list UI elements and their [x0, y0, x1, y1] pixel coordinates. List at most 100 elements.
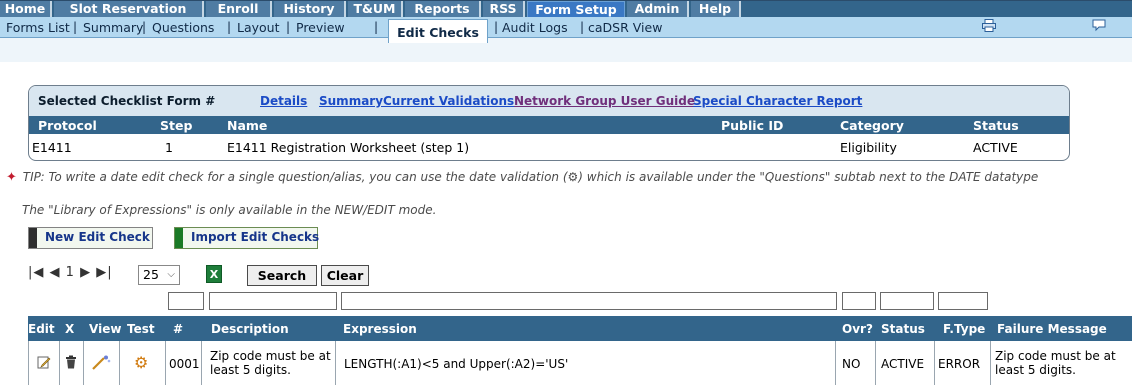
- filter-description-input[interactable]: [209, 292, 337, 310]
- number-cell: 0001: [166, 341, 202, 385]
- col-ovr[interactable]: Ovr?: [842, 322, 873, 336]
- col-step: Step: [160, 118, 193, 133]
- tab-enroll[interactable]: Enroll: [206, 1, 272, 18]
- subnav-separator: |: [227, 20, 232, 34]
- top-navigation: Home Slot Reservation Enroll History T&U…: [0, 0, 1132, 21]
- gear-icon[interactable]: ⚙: [134, 353, 148, 372]
- tip-line-1a: TIP: To write a date edit check for a si…: [22, 170, 568, 184]
- row-number: 0001: [169, 357, 200, 371]
- tab-rss[interactable]: RSS: [483, 1, 525, 18]
- subtab-summary[interactable]: Summary: [83, 20, 143, 35]
- subnav-separator: |: [580, 20, 585, 34]
- subtab-layout[interactable]: Layout: [237, 20, 280, 35]
- page-size-value: 25: [143, 267, 159, 282]
- page-number: 1: [65, 265, 75, 280]
- subtab-edit-checks[interactable]: Edit Checks: [388, 19, 488, 43]
- row-ovr: NO: [842, 357, 861, 371]
- row-failure-message: Zip code must be at least 5 digits.: [995, 349, 1116, 377]
- subnav-separator: |: [73, 20, 78, 34]
- tip-line-2: The "Library of Expressions" is only ava…: [22, 203, 437, 217]
- row-status: ACTIVE: [881, 357, 925, 371]
- excel-export-icon[interactable]: X: [206, 265, 222, 283]
- table-row: ⚙ 0001 Zip code must be at least 5 digit…: [28, 341, 1132, 385]
- col-name: Name: [227, 118, 268, 133]
- subtab-audit-logs[interactable]: Audit Logs: [502, 20, 568, 35]
- tab-tum[interactable]: T&UM: [348, 1, 403, 18]
- special-character-report-link[interactable]: Special Character Report: [693, 94, 862, 108]
- row-description: Zip code must be at least 5 digits.: [210, 349, 331, 377]
- status-value: ACTIVE: [973, 140, 1018, 155]
- subtab-cadsr-view[interactable]: caDSR View: [588, 20, 662, 35]
- subtab-forms-list[interactable]: Forms List: [6, 20, 70, 35]
- chevron-down-icon: ⌵: [167, 269, 175, 280]
- tab-help[interactable]: Help: [691, 1, 741, 18]
- sub-navigation: Forms List | Summary | Questions | Layou…: [0, 17, 1132, 62]
- row-expression: LENGTH(:A1)<5 and Upper(:A2)='US': [344, 357, 569, 371]
- col-public-id: Public ID: [721, 118, 784, 133]
- tab-reports[interactable]: Reports: [405, 1, 481, 18]
- view-cell: [84, 341, 120, 385]
- summary-link[interactable]: Summary: [319, 94, 383, 108]
- edit-check-grid-header: Edit X View Test # Description Expressio…: [28, 316, 1132, 341]
- failure-message-cell: Zip code must be at least 5 digits.: [991, 341, 1132, 385]
- edit-pencil-icon[interactable]: [37, 355, 51, 373]
- subnav-separator: |: [374, 20, 379, 34]
- col-expression[interactable]: Expression: [343, 322, 417, 336]
- filter-status-input[interactable]: [880, 292, 934, 310]
- filter-number-input[interactable]: [168, 292, 204, 310]
- col-failure-message[interactable]: Failure Message: [997, 322, 1107, 336]
- tab-slot-reservation[interactable]: Slot Reservation: [54, 1, 204, 18]
- tab-admin[interactable]: Admin: [627, 1, 689, 18]
- first-page-icon[interactable]: |◀: [28, 265, 44, 280]
- col-delete[interactable]: X: [65, 322, 74, 336]
- filter-expression-input[interactable]: [341, 292, 837, 310]
- description-cell: Zip code must be at least 5 digits.: [202, 341, 336, 385]
- last-page-icon[interactable]: ▶|: [96, 265, 112, 280]
- delete-cell: [60, 341, 84, 385]
- ovr-cell: NO: [836, 341, 876, 385]
- next-page-icon[interactable]: ▶: [80, 265, 91, 280]
- current-validations-link[interactable]: Current Validations: [383, 94, 514, 108]
- ftype-cell: ERROR: [935, 341, 991, 385]
- pager: |◀ ◀ 1 ▶ ▶|: [28, 265, 113, 280]
- status-cell: ACTIVE: [876, 341, 935, 385]
- subtab-questions[interactable]: Questions: [152, 20, 214, 35]
- network-group-user-guide-link[interactable]: Network Group User Guide: [514, 94, 695, 108]
- col-number[interactable]: #: [173, 322, 183, 336]
- filter-ftype-input[interactable]: [938, 292, 988, 310]
- col-test[interactable]: Test: [127, 322, 155, 336]
- name-value: E1411 Registration Worksheet (step 1): [227, 140, 470, 155]
- pushpin-icon: ✦: [6, 170, 17, 185]
- tab-history[interactable]: History: [274, 1, 346, 18]
- col-protocol: Protocol: [38, 118, 97, 133]
- test-cell: ⚙: [120, 341, 166, 385]
- col-ftype[interactable]: F.Type: [943, 322, 985, 336]
- col-view[interactable]: View: [89, 322, 121, 336]
- tab-home[interactable]: Home: [0, 1, 52, 18]
- checklist-summary-box: Selected Checklist Form # Details Summar…: [28, 85, 1070, 161]
- edit-cell: [29, 341, 60, 385]
- search-button[interactable]: Search: [247, 265, 317, 286]
- checklist-label: Selected Checklist Form #: [38, 94, 216, 108]
- new-edit-check-button[interactable]: New Edit Check: [28, 227, 153, 249]
- clear-button[interactable]: Clear: [321, 265, 369, 286]
- chat-bubble-icon[interactable]: [1092, 19, 1106, 36]
- subtab-preview[interactable]: Preview: [296, 20, 345, 35]
- import-edit-checks-button[interactable]: Import Edit Checks: [174, 227, 319, 249]
- filter-ovr-input[interactable]: [842, 292, 876, 310]
- details-link[interactable]: Details: [260, 94, 307, 108]
- col-status[interactable]: Status: [881, 322, 925, 336]
- col-edit[interactable]: Edit: [28, 322, 55, 336]
- printer-icon[interactable]: [982, 19, 996, 36]
- magic-wand-icon[interactable]: [91, 355, 111, 375]
- row-ftype: ERROR: [938, 357, 981, 371]
- protocol-value: E1411: [32, 140, 72, 155]
- col-description[interactable]: Description: [211, 322, 289, 336]
- subnav-separator: |: [286, 20, 291, 34]
- col-status: Status: [973, 118, 1019, 133]
- page-size-select[interactable]: 25 ⌵: [138, 265, 180, 285]
- checklist-header: Selected Checklist Form # Details Summar…: [29, 86, 1069, 116]
- tip-line-1b: ) which is available under the "Question…: [578, 170, 1039, 184]
- trash-icon[interactable]: [65, 355, 77, 373]
- prev-page-icon[interactable]: ◀: [50, 265, 61, 280]
